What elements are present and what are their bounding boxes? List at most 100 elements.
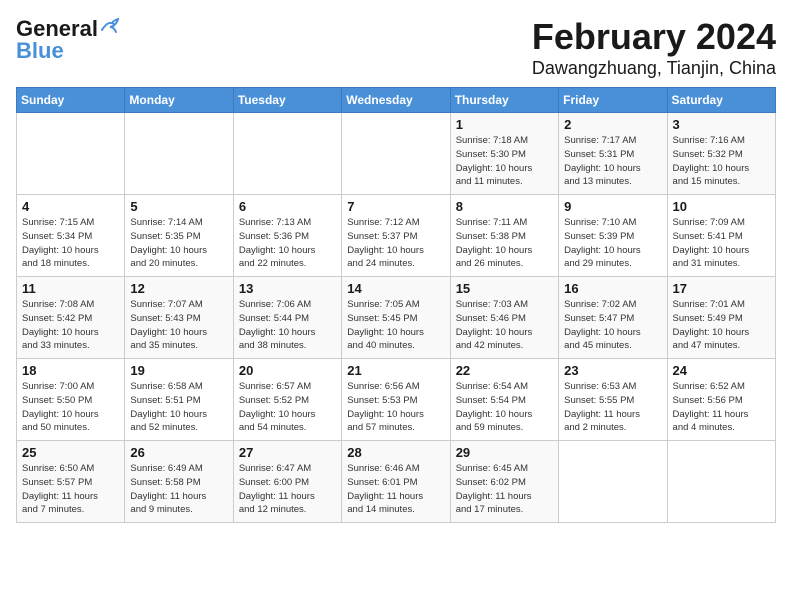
day-info: Sunrise: 7:14 AM Sunset: 5:35 PM Dayligh…	[130, 216, 227, 271]
day-info: Sunrise: 7:02 AM Sunset: 5:47 PM Dayligh…	[564, 298, 661, 353]
calendar-week-row: 4 Sunrise: 7:15 AM Sunset: 5:34 PM Daylig…	[17, 195, 776, 277]
calendar-cell: 25Sunrise: 6:50 AM Sunset: 5:57 PM Dayli…	[17, 441, 125, 523]
calendar-cell: 2 Sunrise: 7:17 AM Sunset: 5:31 PM Daylig…	[559, 113, 667, 195]
day-number: 2	[564, 117, 661, 132]
day-info: Sunrise: 6:56 AM Sunset: 5:53 PM Dayligh…	[347, 380, 444, 435]
calendar-cell: 15 Sunrise: 7:03 AM Sunset: 5:46 PM Dayli…	[450, 277, 558, 359]
day-number: 3	[673, 117, 770, 132]
calendar-week-row: 1Sunrise: 7:18 AM Sunset: 5:30 PM Daylig…	[17, 113, 776, 195]
day-number: 14	[347, 281, 444, 296]
title-block: February 2024 Dawangzhuang, Tianjin, Chi…	[532, 16, 776, 79]
day-info: Sunrise: 7:10 AM Sunset: 5:39 PM Dayligh…	[564, 216, 661, 271]
day-number: 20	[239, 363, 336, 378]
calendar-cell: 1Sunrise: 7:18 AM Sunset: 5:30 PM Daylig…	[450, 113, 558, 195]
day-number: 15	[456, 281, 553, 296]
day-info: Sunrise: 7:05 AM Sunset: 5:45 PM Dayligh…	[347, 298, 444, 353]
day-info: Sunrise: 6:52 AM Sunset: 5:56 PM Dayligh…	[673, 380, 770, 435]
calendar-cell: 8Sunrise: 7:11 AM Sunset: 5:38 PM Daylig…	[450, 195, 558, 277]
day-info: Sunrise: 6:45 AM Sunset: 6:02 PM Dayligh…	[456, 462, 553, 517]
header-day-wednesday: Wednesday	[342, 88, 450, 113]
day-number: 23	[564, 363, 661, 378]
day-info: Sunrise: 6:57 AM Sunset: 5:52 PM Dayligh…	[239, 380, 336, 435]
day-info: Sunrise: 6:46 AM Sunset: 6:01 PM Dayligh…	[347, 462, 444, 517]
calendar-cell	[342, 113, 450, 195]
day-info: Sunrise: 7:17 AM Sunset: 5:31 PM Dayligh…	[564, 134, 661, 189]
calendar-cell: 7 Sunrise: 7:12 AM Sunset: 5:37 PM Daylig…	[342, 195, 450, 277]
calendar-cell: 13 Sunrise: 7:06 AM Sunset: 5:44 PM Dayli…	[233, 277, 341, 359]
day-info: Sunrise: 7:15 AM Sunset: 5:34 PM Dayligh…	[22, 216, 119, 271]
calendar-table: SundayMondayTuesdayWednesdayThursdayFrid…	[16, 87, 776, 523]
calendar-cell: 28 Sunrise: 6:46 AM Sunset: 6:01 PM Dayli…	[342, 441, 450, 523]
header-day-tuesday: Tuesday	[233, 88, 341, 113]
day-number: 22	[456, 363, 553, 378]
day-number: 13	[239, 281, 336, 296]
day-number: 9	[564, 199, 661, 214]
day-number: 24	[673, 363, 770, 378]
day-info: Sunrise: 7:09 AM Sunset: 5:41 PM Dayligh…	[673, 216, 770, 271]
calendar-cell: 21 Sunrise: 6:56 AM Sunset: 5:53 PM Dayli…	[342, 359, 450, 441]
day-info: Sunrise: 7:13 AM Sunset: 5:36 PM Dayligh…	[239, 216, 336, 271]
logo: General Blue	[16, 16, 122, 64]
header-day-saturday: Saturday	[667, 88, 775, 113]
day-number: 4	[22, 199, 119, 214]
calendar-cell: 6 Sunrise: 7:13 AM Sunset: 5:36 PM Daylig…	[233, 195, 341, 277]
day-info: Sunrise: 7:08 AM Sunset: 5:42 PM Dayligh…	[22, 298, 119, 353]
month-year-title: February 2024	[532, 16, 776, 58]
day-number: 19	[130, 363, 227, 378]
day-info: Sunrise: 7:03 AM Sunset: 5:46 PM Dayligh…	[456, 298, 553, 353]
day-number: 6	[239, 199, 336, 214]
calendar-cell: 10Sunrise: 7:09 AM Sunset: 5:41 PM Dayli…	[667, 195, 775, 277]
calendar-cell: 4 Sunrise: 7:15 AM Sunset: 5:34 PM Daylig…	[17, 195, 125, 277]
day-number: 29	[456, 445, 553, 460]
day-info: Sunrise: 7:12 AM Sunset: 5:37 PM Dayligh…	[347, 216, 444, 271]
calendar-cell: 19 Sunrise: 6:58 AM Sunset: 5:51 PM Dayli…	[125, 359, 233, 441]
day-info: Sunrise: 7:06 AM Sunset: 5:44 PM Dayligh…	[239, 298, 336, 353]
logo-bird-icon	[100, 18, 122, 36]
day-number: 28	[347, 445, 444, 460]
day-number: 18	[22, 363, 119, 378]
day-number: 5	[130, 199, 227, 214]
calendar-cell: 5 Sunrise: 7:14 AM Sunset: 5:35 PM Daylig…	[125, 195, 233, 277]
day-number: 11	[22, 281, 119, 296]
header-day-friday: Friday	[559, 88, 667, 113]
header-day-sunday: Sunday	[17, 88, 125, 113]
day-number: 8	[456, 199, 553, 214]
calendar-cell: 14 Sunrise: 7:05 AM Sunset: 5:45 PM Dayli…	[342, 277, 450, 359]
day-number: 25	[22, 445, 119, 460]
calendar-cell: 23 Sunrise: 6:53 AM Sunset: 5:55 PM Dayli…	[559, 359, 667, 441]
calendar-cell	[17, 113, 125, 195]
calendar-cell: 12Sunrise: 7:07 AM Sunset: 5:43 PM Dayli…	[125, 277, 233, 359]
day-number: 7	[347, 199, 444, 214]
calendar-header-row: SundayMondayTuesdayWednesdayThursdayFrid…	[17, 88, 776, 113]
calendar-cell: 24 Sunrise: 6:52 AM Sunset: 5:56 PM Dayli…	[667, 359, 775, 441]
header-day-thursday: Thursday	[450, 88, 558, 113]
day-info: Sunrise: 6:58 AM Sunset: 5:51 PM Dayligh…	[130, 380, 227, 435]
day-number: 16	[564, 281, 661, 296]
page-header: General Blue February 2024 Dawangzhuang,…	[16, 16, 776, 79]
day-info: Sunrise: 7:00 AM Sunset: 5:50 PM Dayligh…	[22, 380, 119, 435]
calendar-cell	[233, 113, 341, 195]
day-number: 27	[239, 445, 336, 460]
calendar-cell: 27Sunrise: 6:47 AM Sunset: 6:00 PM Dayli…	[233, 441, 341, 523]
calendar-week-row: 25Sunrise: 6:50 AM Sunset: 5:57 PM Dayli…	[17, 441, 776, 523]
calendar-cell: 20 Sunrise: 6:57 AM Sunset: 5:52 PM Dayli…	[233, 359, 341, 441]
day-number: 21	[347, 363, 444, 378]
day-info: Sunrise: 7:16 AM Sunset: 5:32 PM Dayligh…	[673, 134, 770, 189]
calendar-cell	[559, 441, 667, 523]
calendar-cell: 3 Sunrise: 7:16 AM Sunset: 5:32 PM Daylig…	[667, 113, 775, 195]
calendar-cell: 11 Sunrise: 7:08 AM Sunset: 5:42 PM Dayli…	[17, 277, 125, 359]
logo-text-blue: Blue	[16, 38, 64, 64]
day-info: Sunrise: 6:53 AM Sunset: 5:55 PM Dayligh…	[564, 380, 661, 435]
day-number: 1	[456, 117, 553, 132]
calendar-cell: 9 Sunrise: 7:10 AM Sunset: 5:39 PM Daylig…	[559, 195, 667, 277]
calendar-cell: 18 Sunrise: 7:00 AM Sunset: 5:50 PM Dayli…	[17, 359, 125, 441]
day-info: Sunrise: 6:54 AM Sunset: 5:54 PM Dayligh…	[456, 380, 553, 435]
day-info: Sunrise: 7:07 AM Sunset: 5:43 PM Dayligh…	[130, 298, 227, 353]
calendar-week-row: 11 Sunrise: 7:08 AM Sunset: 5:42 PM Dayli…	[17, 277, 776, 359]
header-day-monday: Monday	[125, 88, 233, 113]
calendar-cell: 26Sunrise: 6:49 AM Sunset: 5:58 PM Dayli…	[125, 441, 233, 523]
day-number: 17	[673, 281, 770, 296]
day-info: Sunrise: 7:01 AM Sunset: 5:49 PM Dayligh…	[673, 298, 770, 353]
location-title: Dawangzhuang, Tianjin, China	[532, 58, 776, 79]
calendar-cell: 29 Sunrise: 6:45 AM Sunset: 6:02 PM Dayli…	[450, 441, 558, 523]
